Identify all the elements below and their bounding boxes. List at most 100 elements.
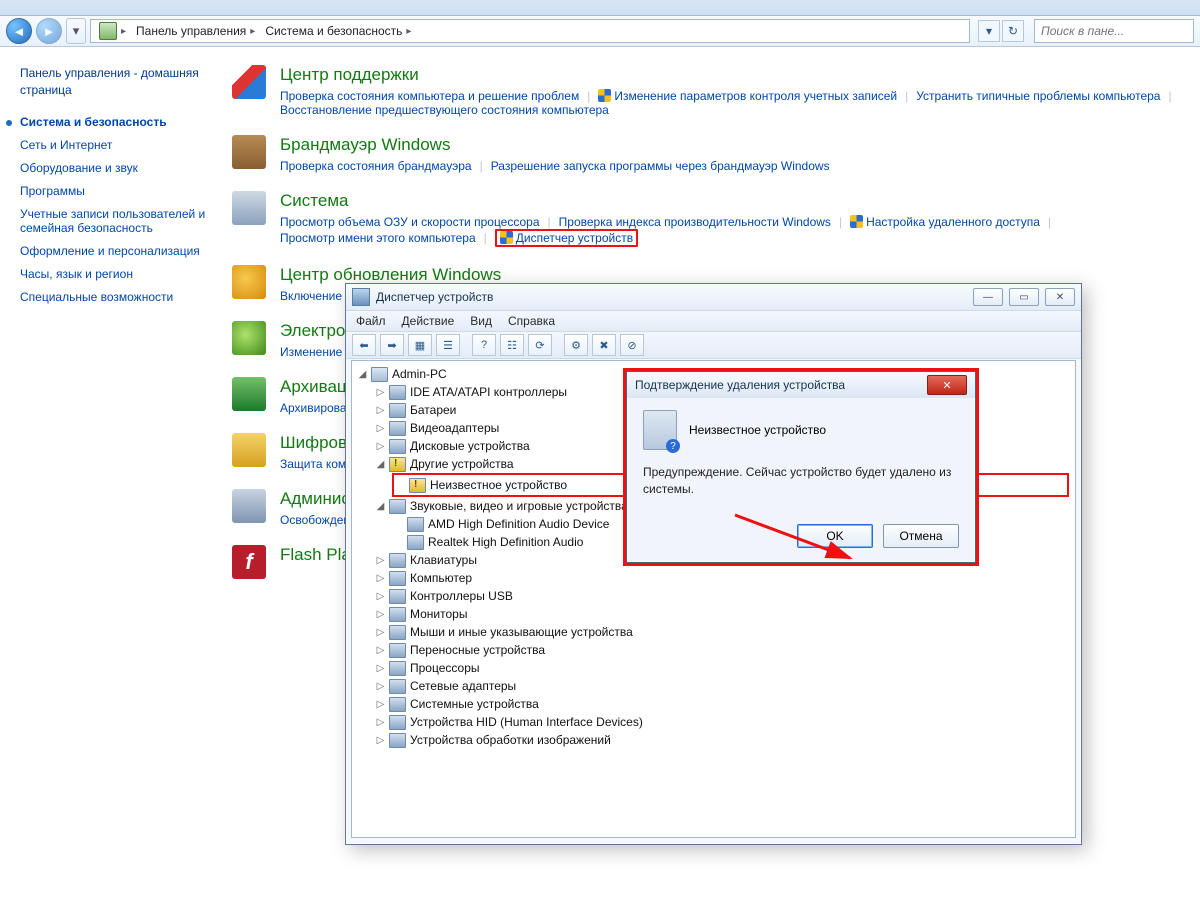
category-icon [232, 135, 266, 169]
minimize-button[interactable]: — [973, 288, 1003, 306]
device-icon [389, 403, 406, 418]
confirm-dialog-device: Неизвестное устройство [689, 423, 826, 437]
category-icon [232, 377, 266, 411]
category-link[interactable]: Устранить типичные проблемы компьютера [916, 89, 1160, 103]
device-icon [409, 478, 426, 493]
sidebar-item[interactable]: Система и безопасность [20, 115, 210, 129]
browser-chrome [0, 0, 1200, 16]
category-icon [232, 191, 266, 225]
shield-icon [850, 215, 863, 228]
category-link[interactable]: Разрешение запуска программы через бранд… [491, 159, 830, 173]
category-link[interactable]: Проверка состояния брандмауэра [280, 159, 472, 173]
menu-item[interactable]: Действие [402, 314, 455, 328]
toolbar-back[interactable]: ⬅ [352, 334, 376, 356]
device-manager-titlebar[interactable]: Диспетчер устройств — ▭ ✕ [346, 284, 1081, 310]
category-title[interactable]: Центр обновления Windows [280, 265, 879, 285]
category-link[interactable]: Диспетчер устройств [495, 229, 638, 247]
category-link[interactable]: Просмотр объема ОЗУ и скорости процессор… [280, 215, 540, 229]
sidebar-item[interactable]: Сеть и Интернет [20, 138, 210, 152]
control-panel-icon [99, 22, 117, 40]
back-button[interactable]: ◄ [6, 18, 32, 44]
ok-button[interactable]: OK [797, 524, 873, 548]
cancel-button[interactable]: Отмена [883, 524, 959, 548]
device-icon [389, 457, 406, 472]
device-manager-title: Диспетчер устройств [376, 290, 967, 304]
menu-item[interactable]: Вид [470, 314, 492, 328]
toolbar-disable[interactable]: ⊘ [620, 334, 644, 356]
maximize-button[interactable]: ▭ [1009, 288, 1039, 306]
toolbar-scan[interactable]: ⟳ [528, 334, 552, 356]
sidebar-item[interactable]: Специальные возможности [20, 290, 210, 304]
category-link[interactable]: Настройка удаленного доступа [850, 215, 1040, 229]
toolbar-properties[interactable]: ☷ [500, 334, 524, 356]
history-dropdown[interactable]: ▾ [66, 18, 86, 44]
toolbar-update-driver[interactable]: ⚙ [564, 334, 588, 356]
sidebar: Панель управления - домашняя страница Си… [0, 47, 222, 924]
device-icon [389, 625, 406, 640]
category-icon [232, 321, 266, 355]
menu-item[interactable]: Справка [508, 314, 555, 328]
toolbar-uninstall[interactable]: ✖ [592, 334, 616, 356]
breadcrumb-1[interactable]: Панель управления [136, 24, 246, 38]
category-title[interactable]: Брандмауэр Windows [280, 135, 830, 155]
toolbar-tree[interactable]: ☰ [436, 334, 460, 356]
address-dropdown[interactable]: ▾ [978, 20, 1000, 42]
toolbar-details[interactable]: ▦ [408, 334, 432, 356]
forward-button[interactable]: ► [36, 18, 62, 44]
tree-node[interactable]: ▷Процессоры [376, 659, 1069, 677]
category-link[interactable]: Изменение параметров контроля учетных за… [598, 89, 897, 103]
shield-icon [598, 89, 611, 102]
close-button[interactable]: ✕ [1045, 288, 1075, 306]
address-bar[interactable]: ▸ Панель управления▸ Система и безопасно… [90, 19, 970, 43]
confirm-dialog-close[interactable]: ✕ [927, 375, 967, 395]
sidebar-item[interactable]: Учетные записи пользователей и семейная … [20, 207, 210, 235]
category-title[interactable]: Система [280, 191, 1180, 211]
tree-node[interactable]: ▷Переносные устройства [376, 641, 1069, 659]
category-link[interactable]: Проверка индекса производительности Wind… [559, 215, 831, 229]
search-box[interactable]: 🔍 [1034, 19, 1194, 43]
tree-root[interactable]: Admin-PC [392, 365, 447, 383]
breadcrumb-2[interactable]: Система и безопасность [265, 24, 402, 38]
device-icon [407, 517, 424, 532]
sidebar-item[interactable]: Программы [20, 184, 210, 198]
device-icon [389, 385, 406, 400]
tree-node[interactable]: ▷Компьютер [376, 569, 1069, 587]
tree-node[interactable]: ▷Устройства обработки изображений [376, 731, 1069, 749]
computer-icon [371, 367, 388, 382]
unknown-device-icon [643, 410, 677, 450]
device-icon [389, 499, 406, 514]
device-icon [389, 679, 406, 694]
menu-item[interactable]: Файл [356, 314, 386, 328]
sidebar-home-link[interactable]: Панель управления - домашняя страница [20, 65, 210, 99]
confirm-dialog-title: Подтверждение удаления устройства [635, 378, 921, 392]
device-icon [389, 421, 406, 436]
sidebar-item[interactable]: Часы, язык и регион [20, 267, 210, 281]
category-icon [232, 65, 266, 99]
sidebar-item[interactable]: Оборудование и звук [20, 161, 210, 175]
category-link[interactable]: Просмотр имени этого компьютера [280, 231, 476, 245]
device-icon [389, 697, 406, 712]
device-manager-icon [352, 288, 370, 306]
device-icon [407, 535, 424, 550]
confirm-dialog-titlebar[interactable]: Подтверждение удаления устройства ✕ [627, 372, 975, 398]
refresh-button[interactable]: ↻ [1002, 20, 1024, 42]
toolbar-help[interactable]: ? [472, 334, 496, 356]
tree-node[interactable]: ▷Контроллеры USB [376, 587, 1069, 605]
device-icon [389, 589, 406, 604]
tree-node[interactable]: ▷Мониторы [376, 605, 1069, 623]
tree-node[interactable]: ▷Системные устройства [376, 695, 1069, 713]
tree-node[interactable]: ▷Мыши и иные указывающие устройства [376, 623, 1069, 641]
device-icon [389, 607, 406, 622]
category-link[interactable]: Проверка состояния компьютера и решение … [280, 89, 579, 103]
tree-node[interactable]: ▷Сетевые адаптеры [376, 677, 1069, 695]
toolbar-forward[interactable]: ➡ [380, 334, 404, 356]
search-input[interactable] [1039, 23, 1200, 39]
category-link[interactable]: Восстановление предшествующего состояния… [280, 103, 609, 117]
sidebar-item[interactable]: Оформление и персонализация [20, 244, 210, 258]
tree-node[interactable]: ▷Устройства HID (Human Interface Devices… [376, 713, 1069, 731]
shield-icon [500, 231, 513, 244]
device-icon [389, 733, 406, 748]
category-title[interactable]: Центр поддержки [280, 65, 1180, 85]
device-icon [389, 553, 406, 568]
device-icon [389, 715, 406, 730]
